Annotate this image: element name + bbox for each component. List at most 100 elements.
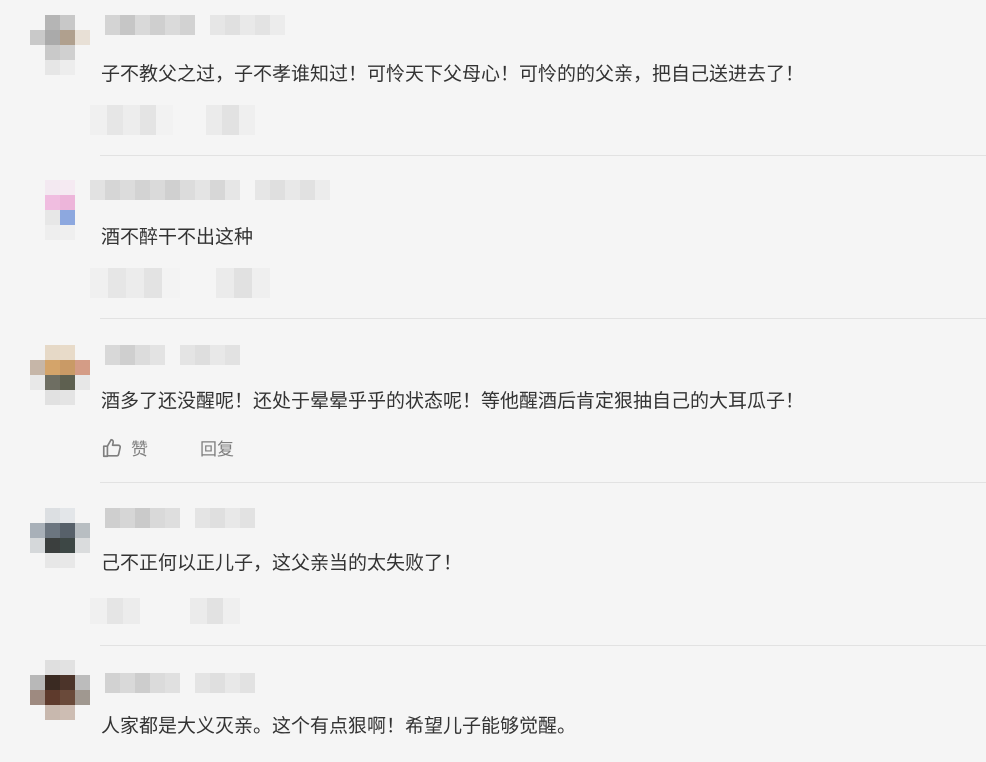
avatar-pixel bbox=[60, 660, 75, 675]
avatar-pixel bbox=[30, 15, 45, 30]
avatar-pixel bbox=[45, 660, 60, 675]
avatar-pixel bbox=[60, 690, 75, 705]
avatar-pixel bbox=[45, 675, 60, 690]
actions-blurred bbox=[90, 268, 270, 298]
username-blurred[interactable] bbox=[105, 673, 180, 693]
avatar-pixel bbox=[30, 180, 45, 195]
avatar-pixel bbox=[75, 690, 90, 705]
avatar-pixel bbox=[30, 210, 45, 225]
divider bbox=[100, 645, 986, 646]
timestamp-blurred bbox=[195, 508, 255, 528]
avatar-pixel bbox=[60, 538, 75, 553]
avatar-pixel bbox=[60, 180, 75, 195]
timestamp-blurred bbox=[180, 345, 240, 365]
comment-text: 人家都是大义灭亲。这个有点狠啊！希望儿子能够觉醒。 bbox=[101, 715, 577, 737]
avatar-pixel bbox=[75, 345, 90, 360]
avatar-pixel bbox=[30, 60, 45, 75]
avatar-pixel bbox=[75, 553, 90, 568]
avatar-pixel bbox=[60, 345, 75, 360]
avatar-pixel bbox=[60, 360, 75, 375]
avatar-pixel bbox=[45, 15, 60, 30]
actions-blurred bbox=[90, 598, 241, 624]
avatar-pixel bbox=[30, 225, 45, 240]
avatar-pixel bbox=[60, 675, 75, 690]
avatar-pixel bbox=[75, 390, 90, 405]
avatar-pixel bbox=[60, 225, 75, 240]
divider bbox=[100, 318, 986, 319]
avatar-pixel bbox=[75, 508, 90, 523]
avatar-pixel bbox=[30, 523, 45, 538]
avatar[interactable] bbox=[30, 345, 90, 405]
username-blurred[interactable] bbox=[105, 345, 165, 365]
avatar-pixel bbox=[30, 360, 45, 375]
avatar-pixel bbox=[60, 30, 75, 45]
divider bbox=[100, 482, 986, 483]
avatar-pixel bbox=[60, 705, 75, 720]
avatar-pixel bbox=[30, 30, 45, 45]
avatar-pixel bbox=[75, 60, 90, 75]
username-blurred[interactable] bbox=[105, 508, 180, 528]
avatar-pixel bbox=[60, 210, 75, 225]
avatar-pixel bbox=[45, 690, 60, 705]
avatar-pixel bbox=[30, 660, 45, 675]
avatar-pixel bbox=[75, 705, 90, 720]
avatar-pixel bbox=[75, 538, 90, 553]
avatar[interactable] bbox=[30, 508, 90, 568]
avatar-pixel bbox=[75, 523, 90, 538]
avatar-pixel bbox=[75, 660, 90, 675]
avatar-pixel bbox=[30, 675, 45, 690]
avatar-pixel bbox=[30, 345, 45, 360]
avatar-pixel bbox=[45, 705, 60, 720]
avatar-pixel bbox=[30, 375, 45, 390]
like-label: 赞 bbox=[131, 440, 148, 460]
comment-actions: 赞 回复 bbox=[101, 435, 234, 460]
avatar-pixel bbox=[45, 30, 60, 45]
avatar-pixel bbox=[45, 210, 60, 225]
avatar[interactable] bbox=[30, 180, 90, 240]
avatar-pixel bbox=[30, 390, 45, 405]
avatar-pixel bbox=[75, 195, 90, 210]
avatar-pixel bbox=[45, 523, 60, 538]
reply-button[interactable]: 回复 bbox=[200, 435, 234, 460]
divider bbox=[100, 155, 986, 156]
avatar-pixel bbox=[30, 45, 45, 60]
username-blurred[interactable] bbox=[90, 180, 240, 200]
avatar-pixel bbox=[60, 60, 75, 75]
avatar-pixel bbox=[30, 705, 45, 720]
avatar-pixel bbox=[60, 508, 75, 523]
comment-text: 酒不醉干不出这种 bbox=[101, 226, 254, 248]
like-button[interactable]: 赞 bbox=[101, 435, 148, 460]
avatar-pixel bbox=[60, 45, 75, 60]
comment-text: 子不教父之过，子不孝谁知过！可怜天下父母心！可怜的的父亲，把自己送进去了！ bbox=[101, 63, 805, 85]
avatar-pixel bbox=[45, 390, 60, 405]
avatar-pixel bbox=[75, 15, 90, 30]
avatar-pixel bbox=[75, 30, 90, 45]
avatar-pixel bbox=[45, 180, 60, 195]
avatar-pixel bbox=[75, 180, 90, 195]
avatar[interactable] bbox=[30, 660, 90, 720]
avatar-pixel bbox=[45, 538, 60, 553]
avatar-pixel bbox=[60, 375, 75, 390]
avatar-pixel bbox=[60, 15, 75, 30]
avatar-pixel bbox=[45, 60, 60, 75]
avatar-pixel bbox=[30, 553, 45, 568]
thumbs-up-icon bbox=[102, 438, 122, 457]
avatar-pixel bbox=[75, 360, 90, 375]
avatar-pixel bbox=[60, 195, 75, 210]
avatar-pixel bbox=[30, 690, 45, 705]
avatar-pixel bbox=[30, 195, 45, 210]
avatar-pixel bbox=[45, 195, 60, 210]
avatar-pixel bbox=[45, 225, 60, 240]
avatar-pixel bbox=[45, 345, 60, 360]
avatar-pixel bbox=[45, 508, 60, 523]
avatar-pixel bbox=[75, 225, 90, 240]
username-blurred[interactable] bbox=[105, 15, 195, 35]
avatar-pixel bbox=[45, 360, 60, 375]
timestamp-blurred bbox=[195, 673, 255, 693]
avatar-pixel bbox=[45, 553, 60, 568]
avatar-pixel bbox=[75, 45, 90, 60]
avatar-pixel bbox=[75, 675, 90, 690]
actions-blurred bbox=[90, 105, 255, 135]
avatar[interactable] bbox=[30, 15, 90, 75]
avatar-pixel bbox=[60, 523, 75, 538]
